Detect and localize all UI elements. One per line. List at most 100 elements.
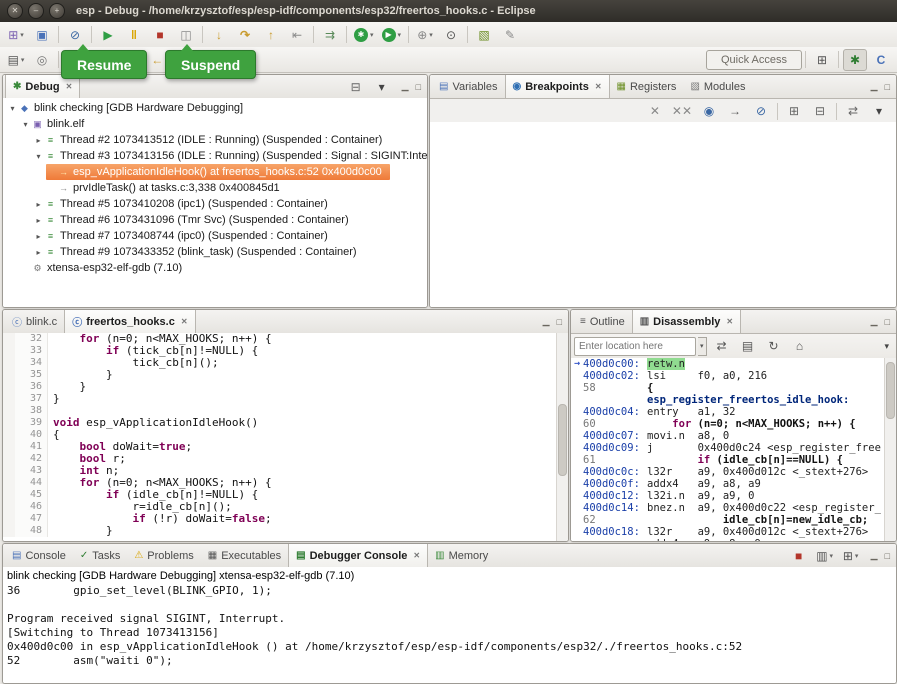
maximize-view-icon[interactable]: □ [416, 82, 421, 92]
tree-toggle-icon[interactable]: ▸ [33, 216, 44, 225]
disassembly-line[interactable]: 400d0c12:l32i.n a9, a9, 0 [571, 490, 885, 502]
code-line[interactable]: 37} [3, 393, 557, 405]
external-tools-icon[interactable]: ⊕▾ [413, 24, 437, 46]
step-return-icon[interactable]: ↑ [259, 24, 283, 46]
home-icon[interactable]: ⌂ [788, 335, 812, 357]
location-input[interactable] [574, 337, 696, 356]
tab-memory[interactable]: ▥Memory [428, 544, 495, 567]
tab-freertos-hooks-c[interactable]: ⓒfreertos_hooks.c✕ [64, 310, 195, 333]
sync-with-active-context-icon[interactable]: ⇄ [710, 335, 734, 357]
disassembly-line[interactable]: 400d0c09:j 0x400d0c24 <esp_register_free [571, 442, 885, 454]
disassembly-line[interactable]: 58{ [571, 382, 885, 394]
disconnect-icon[interactable]: ◫ [174, 24, 198, 46]
step-into-icon[interactable]: ↓ [207, 24, 231, 46]
skip-all-breakpoints-icon[interactable]: ⊘ [63, 24, 87, 46]
run-icon[interactable]: ▶▾ [379, 24, 405, 46]
tree-toggle-icon[interactable]: ▾ [33, 152, 44, 161]
disassembly-line[interactable]: 400d0c07:movi.n a8, 0 [571, 430, 885, 442]
tab-blink-c[interactable]: ⓒblink.c [5, 310, 64, 333]
disassembly-line[interactable]: 61 if (idle_cb[n]==NULL) { [571, 454, 885, 466]
disassembly-line[interactable]: 400d0c14:bnez.n a9, 0x400d0c22 <esp_regi… [571, 502, 885, 514]
close-tab-icon[interactable]: ✕ [66, 82, 73, 91]
scrollbar-thumb[interactable] [558, 404, 567, 477]
window-maximize-button[interactable]: + [49, 3, 65, 19]
debug-tree-row[interactable]: ⚙xtensa-esp32-elf-gdb (7.10) [20, 260, 190, 276]
tab-tasks[interactable]: ✓Tasks [73, 544, 128, 567]
resume-icon[interactable]: ▶ [96, 24, 120, 46]
remove-selected-breakpoints-icon[interactable]: ✕ [643, 100, 667, 122]
link-with-debug-view-icon[interactable]: ⇄ [841, 100, 865, 122]
disassembly-line[interactable]: addx4 a9, a8, a9 [571, 538, 885, 541]
view-menu-icon[interactable]: ▾ [884, 341, 893, 352]
pin-editor-icon[interactable]: ◎ [30, 49, 54, 71]
disassembly-line[interactable]: 60 for (n=0; n<MAX_HOOKS; n++) { [571, 418, 885, 430]
go-to-file-for-breakpoint-icon[interactable]: → [723, 100, 747, 122]
window-close-button[interactable]: ✕ [7, 3, 23, 19]
disassembly-line[interactable]: 400d0c0c:l32r a9, 0x400d012c <_stext+276… [571, 466, 885, 478]
code-line[interactable]: 48 } [3, 525, 557, 537]
minimize-view-icon[interactable]: ▁ [543, 316, 550, 327]
step-over-icon[interactable]: ↷ [233, 24, 257, 46]
disassembly-line[interactable]: 400d0c04:entry a1, 32 [571, 406, 885, 418]
editor-vertical-scrollbar[interactable] [556, 333, 568, 541]
terminate-icon[interactable]: ■ [148, 24, 172, 46]
disassembly-line[interactable]: 62 idle_cb[n]=new_idle_cb; [571, 514, 885, 526]
debug-tree-row[interactable]: ▾≡Thread #3 1073413156 (IDLE : Running) … [33, 148, 427, 164]
tab-outline[interactable]: ≡Outline [573, 310, 632, 333]
search-icon[interactable]: ⊙ [439, 24, 463, 46]
tree-toggle-icon[interactable]: ▸ [33, 232, 44, 241]
refresh-icon[interactable]: ↻ [762, 335, 786, 357]
open-element-icon[interactable]: ✎ [498, 24, 522, 46]
tree-toggle-icon[interactable]: ▸ [33, 136, 44, 145]
debug-tree-row[interactable]: ▸≡Thread #9 1073433352 (blink_task) (Sus… [33, 244, 365, 260]
minimize-view-icon[interactable]: ▁ [871, 81, 878, 92]
debug-tree-row[interactable]: ▸≡Thread #6 1073431096 (Tmr Svc) (Suspen… [33, 212, 357, 228]
view-menu-icon[interactable]: ▾ [867, 100, 891, 122]
tab-executables[interactable]: ▦Executables [201, 544, 288, 567]
disassembly-content[interactable]: →400d0c00:retw.n400d0c02:lsi f0, a0, 216… [571, 358, 885, 541]
quick-access-button[interactable]: Quick Access [706, 50, 802, 70]
close-tab-icon[interactable]: ✕ [595, 82, 602, 91]
code-editor[interactable]: 32 for (n=0; n<MAX_HOOKS; n++) {33 if (t… [3, 333, 557, 541]
debug-tree-row[interactable]: →prvIdleTask() at tasks.c:3,338 0x400845… [46, 180, 288, 196]
debug-tree-row[interactable]: ▸≡Thread #7 1073408744 (ipc0) (Suspended… [33, 228, 336, 244]
debug-tree-row[interactable]: ▾◆blink checking [GDB Hardware Debugging… [7, 100, 251, 116]
tree-toggle-icon[interactable]: ▾ [20, 120, 31, 129]
debugger-console-output[interactable]: blink checking [GDB Hardware Debugging] … [3, 567, 896, 683]
maximize-view-icon[interactable]: □ [885, 82, 890, 92]
minimize-view-icon[interactable]: ▁ [871, 316, 878, 327]
debug-icon[interactable]: ✱▾ [351, 24, 377, 46]
instruction-stepping-mode-icon[interactable]: ⇉ [318, 24, 342, 46]
new-icon[interactable]: ⊞▾ [4, 24, 28, 46]
window-minimize-button[interactable]: – [28, 3, 44, 19]
code-line[interactable]: 35 } [3, 369, 557, 381]
open-console-icon[interactable]: ▤▾ [4, 49, 28, 71]
show-source-icon[interactable]: ▤ [736, 335, 760, 357]
collapse-all-icon[interactable]: ⊟ [808, 100, 832, 122]
debug-perspective-icon[interactable]: ✱ [843, 49, 867, 71]
close-tab-icon[interactable]: ✕ [726, 317, 733, 326]
minimize-view-icon[interactable]: ▁ [871, 550, 878, 561]
maximize-view-icon[interactable]: □ [885, 551, 890, 561]
remove-all-breakpoints-icon[interactable]: ✕✕ [669, 100, 695, 122]
disassembly-line[interactable]: 400d0c0f:addx4 a9, a8, a9 [571, 478, 885, 490]
terminate-console-icon[interactable]: ■ [787, 545, 811, 567]
debug-tree-row[interactable]: ▸≡Thread #5 1073410208 (ipc1) (Suspended… [33, 196, 336, 212]
disassembly-line[interactable]: 400d0c18:l32r a9, 0x400d012c <_stext+276… [571, 526, 885, 538]
disassembly-line[interactable]: esp_register_freertos_idle_hook: [571, 394, 885, 406]
tab-breakpoints[interactable]: ◉Breakpoints✕ [505, 75, 610, 98]
suspend-icon[interactable]: ‖ [122, 24, 146, 46]
save-icon[interactable]: ▣ [30, 24, 54, 46]
disassembly-line[interactable]: 400d0c02:lsi f0, a0, 216 [571, 370, 885, 382]
new-c-project-icon[interactable]: ▧ [472, 24, 496, 46]
debug-tree-row[interactable]: →esp_vApplicationIdleHook() at freertos_… [46, 164, 390, 180]
tab-variables[interactable]: ▤Variables [432, 75, 505, 98]
debug-tree-row[interactable]: ▾▣blink.elf [20, 116, 92, 132]
close-tab-icon[interactable]: ✕ [181, 317, 188, 326]
tab-console[interactable]: ▤Console [5, 544, 73, 567]
disassembly-line[interactable]: →400d0c00:retw.n [571, 358, 885, 370]
minimize-view-icon[interactable]: ▁ [402, 81, 409, 92]
maximize-view-icon[interactable]: □ [885, 317, 890, 327]
tree-toggle-icon[interactable]: ▾ [7, 104, 18, 113]
debug-tree-row[interactable]: ▸≡Thread #2 1073413512 (IDLE : Running) … [33, 132, 390, 148]
